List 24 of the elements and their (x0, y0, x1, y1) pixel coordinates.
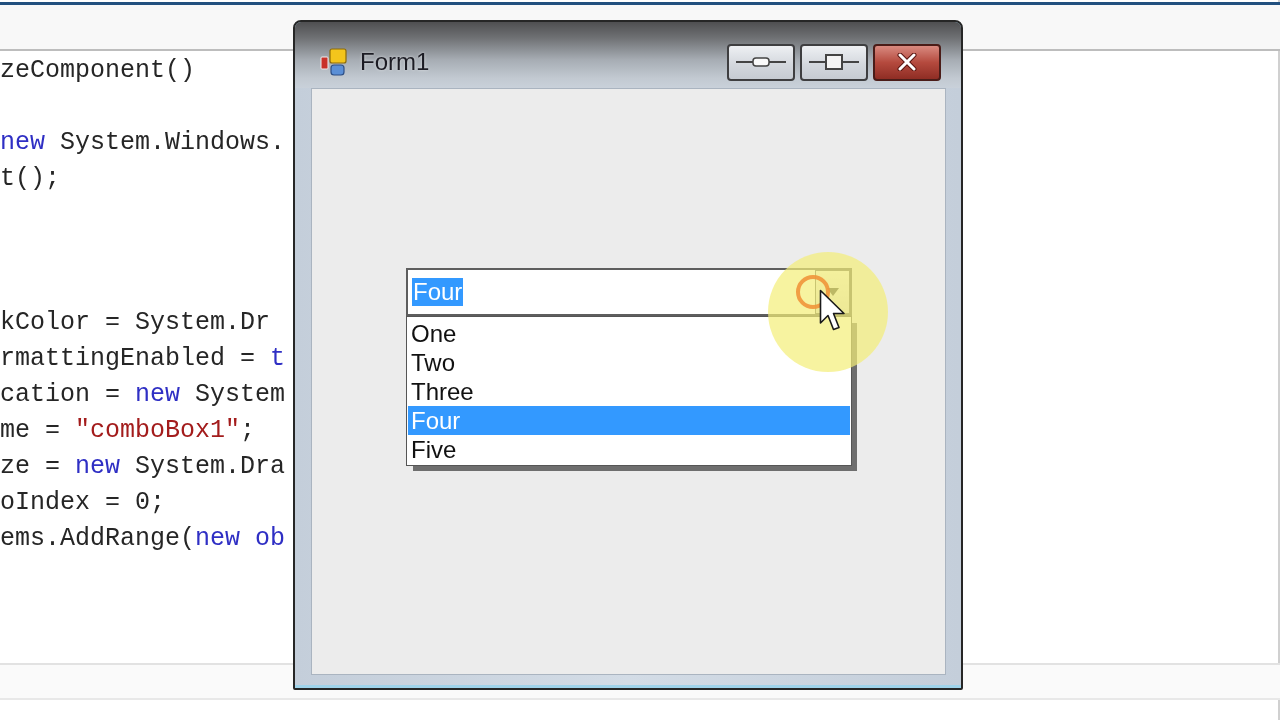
minimize-button[interactable] (727, 43, 795, 81)
code-line: rmattingEnabled = t (0, 343, 286, 375)
dropdown-item[interactable]: One (408, 319, 460, 348)
code-line: cation = new System (0, 379, 286, 411)
code-line: ems.AddRange(new ob (0, 523, 286, 555)
dropdown-item[interactable]: Two (408, 348, 458, 377)
window-title: Form1 (360, 48, 430, 76)
code-line: ze = new System.Dra (0, 451, 286, 483)
code-line: new System.Windows. (0, 127, 286, 159)
minimize-icon (736, 56, 786, 68)
maximize-icon (809, 54, 859, 70)
maximize-button[interactable] (800, 43, 868, 81)
code-line: oIndex = 0; (0, 487, 166, 519)
code-line: me = "comboBox1"; (0, 415, 256, 447)
close-button[interactable] (873, 43, 941, 81)
app-icon (320, 48, 348, 76)
code-line: t(); (0, 163, 60, 195)
combo-box-text: Four (412, 278, 464, 306)
close-icon (897, 53, 917, 71)
code-line: zeComponent() (0, 55, 196, 87)
dropdown-item[interactable]: Three (408, 377, 477, 406)
code-line: kColor = System.Dr (0, 307, 271, 339)
cursor-icon (819, 289, 846, 332)
dropdown-item[interactable]: Five (408, 435, 460, 464)
